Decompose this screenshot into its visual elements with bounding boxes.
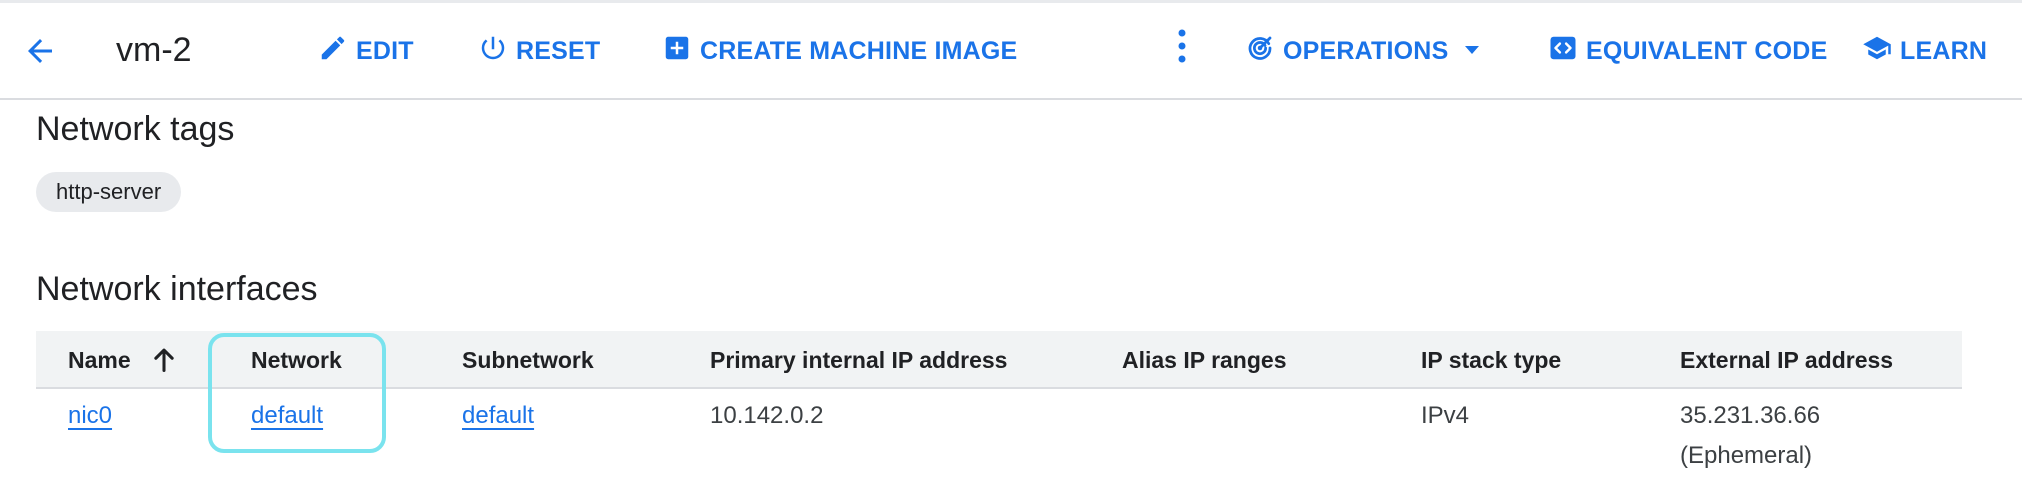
network-tag-chip: http-server xyxy=(36,172,182,212)
column-header-primary-ip[interactable]: Primary internal IP address xyxy=(710,347,1007,374)
edit-button-label: EDIT xyxy=(356,36,414,65)
operations-dropdown[interactable]: OPERATIONS xyxy=(1245,31,1482,71)
column-header-alias-ip[interactable]: Alias IP ranges xyxy=(1122,347,1287,374)
column-header-name[interactable]: Name xyxy=(68,347,131,374)
network-interfaces-heading: Network interfaces xyxy=(36,270,318,308)
code-icon xyxy=(1548,33,1578,70)
edit-button[interactable]: EDIT xyxy=(318,31,414,71)
more-actions-button[interactable] xyxy=(1170,29,1194,69)
pencil-icon xyxy=(318,33,348,70)
column-header-external-ip[interactable]: External IP address xyxy=(1680,347,1893,374)
sort-ascending-icon[interactable] xyxy=(150,346,178,379)
network-cell-highlight xyxy=(208,333,386,453)
school-icon xyxy=(1862,33,1892,70)
power-reset-icon xyxy=(478,33,508,70)
equivalent-code-label: EQUIVALENT CODE xyxy=(1586,36,1828,65)
more-vert-icon xyxy=(1170,26,1194,73)
create-machine-image-label: CREATE MACHINE IMAGE xyxy=(700,36,1018,65)
add-box-icon xyxy=(662,33,692,70)
primary-ip-value: 10.142.0.2 xyxy=(710,402,824,429)
network-tags-heading: Network tags xyxy=(36,110,235,148)
action-bar: vm-2 EDIT RESET CREATE MACHINE IMAGE OPE… xyxy=(0,3,2022,100)
create-machine-image-button[interactable]: CREATE MACHINE IMAGE xyxy=(662,31,1017,71)
learn-label: LEARN xyxy=(1900,36,1988,65)
external-ip-value: 35.231.36.66 xyxy=(1680,402,1821,429)
back-arrow-icon[interactable] xyxy=(22,33,66,69)
operations-icon xyxy=(1245,33,1275,70)
learn-button[interactable]: LEARN xyxy=(1862,31,1987,71)
reset-button-label: RESET xyxy=(516,36,601,65)
equivalent-code-button[interactable]: EQUIVALENT CODE xyxy=(1548,31,1827,71)
operations-label: OPERATIONS xyxy=(1283,36,1449,65)
dropdown-caret-icon xyxy=(1462,37,1482,66)
instance-name: vm-2 xyxy=(116,31,192,69)
ip-stack-type-value: IPv4 xyxy=(1421,402,1470,429)
column-header-ip-stack[interactable]: IP stack type xyxy=(1421,347,1561,374)
subnetwork-link[interactable]: default xyxy=(462,402,534,430)
interface-name-link[interactable]: nic0 xyxy=(68,402,112,430)
reset-button[interactable]: RESET xyxy=(478,31,600,71)
external-ip-type: (Ephemeral) xyxy=(1680,442,1813,469)
column-header-subnetwork[interactable]: Subnetwork xyxy=(462,347,594,374)
